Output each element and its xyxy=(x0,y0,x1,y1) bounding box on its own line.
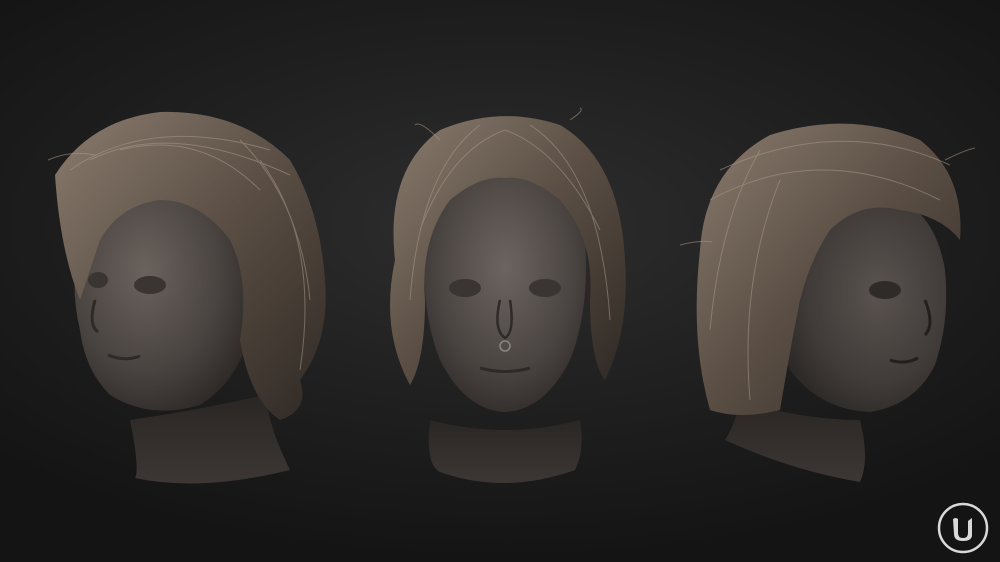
neck-front xyxy=(428,420,582,484)
eye-left-a xyxy=(88,272,108,288)
head-renders xyxy=(47,107,976,484)
unreal-engine-logo-icon xyxy=(936,501,990,555)
face-front xyxy=(424,170,586,412)
head-left-view xyxy=(47,111,326,484)
eye-front-left xyxy=(449,279,481,297)
head-front-view xyxy=(390,107,626,484)
eye-left-b xyxy=(134,276,166,294)
eye-front-right xyxy=(529,279,561,297)
eye-right-a xyxy=(869,281,901,299)
head-right-view xyxy=(679,123,976,482)
render-viewport xyxy=(0,0,1000,562)
